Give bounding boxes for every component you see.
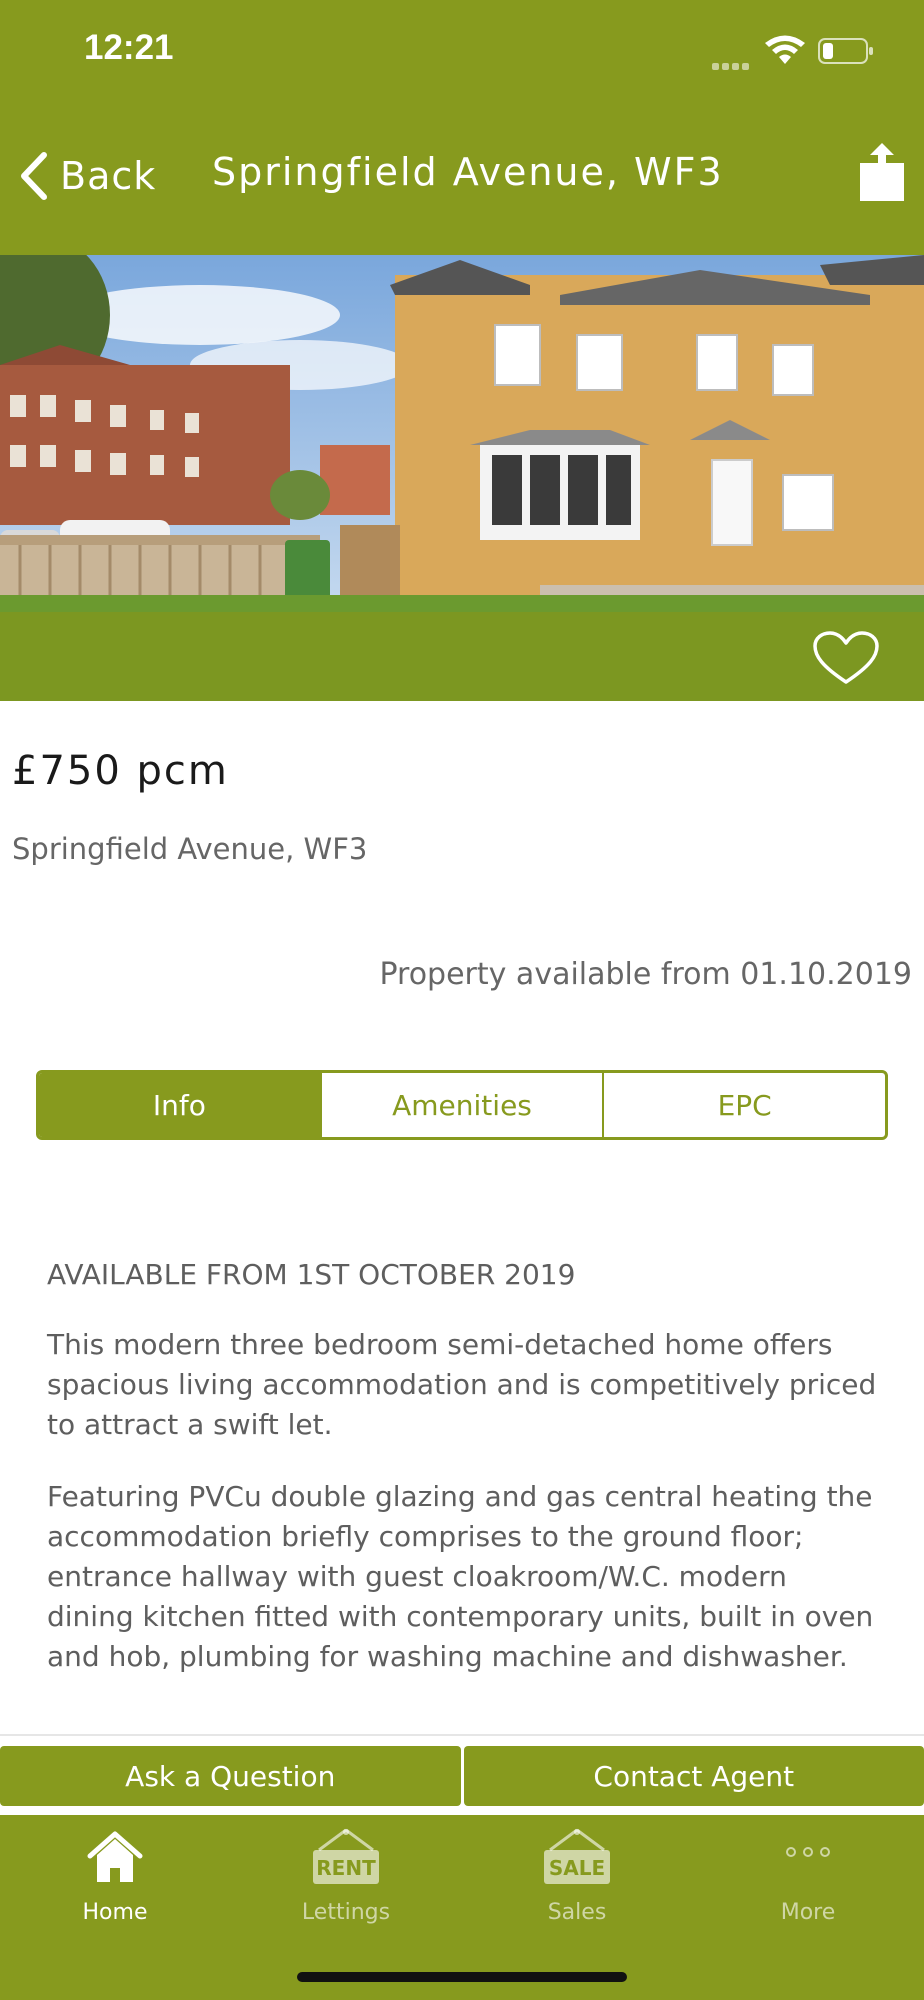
rent-sign-icon: RENT	[313, 1828, 379, 1884]
home-indicator[interactable]	[297, 1972, 627, 1982]
listing-address: Springfield Avenue, WF3	[12, 832, 368, 866]
tabbar-label: Lettings	[301, 1900, 391, 1925]
tabbar-item-more[interactable]: More	[718, 1828, 898, 1925]
back-label: Back	[60, 154, 157, 198]
description-paragraph: This modern three bedroom semi-detached …	[47, 1328, 877, 1441]
tab-info[interactable]: Info	[39, 1073, 322, 1137]
tabbar-label: Home	[82, 1900, 148, 1925]
status-time: 12:21	[84, 28, 174, 67]
page-title: Springfield Avenue, WF3	[212, 150, 724, 194]
signal-icon	[712, 55, 754, 70]
battery-icon	[818, 38, 873, 64]
divider	[0, 1734, 924, 1736]
favourite-heart-icon[interactable]	[812, 630, 880, 686]
photo-overlay-band	[0, 612, 924, 701]
segmented-tabs: Info Amenities EPC	[36, 1070, 888, 1140]
tab-epc[interactable]: EPC	[604, 1073, 885, 1137]
chevron-left-icon	[21, 152, 47, 200]
listing-price: £750 pcm	[12, 748, 229, 794]
action-bar: Ask a Question Contact Agent	[0, 1746, 924, 1806]
description-paragraph: Featuring PVCu double glazing and gas ce…	[47, 1480, 874, 1673]
description-headline: AVAILABLE FROM 1ST OCTOBER 2019	[47, 1258, 576, 1291]
tabbar-label: More	[780, 1900, 836, 1925]
tabbar-label: Sales	[547, 1900, 607, 1925]
ask-question-button[interactable]: Ask a Question	[0, 1746, 461, 1806]
tabbar-item-lettings[interactable]: RENT Lettings	[256, 1828, 436, 1925]
wifi-icon	[765, 35, 805, 64]
sale-sign-icon: SALE	[544, 1828, 610, 1884]
home-icon	[87, 1831, 143, 1882]
sale-sign-text: SALE	[549, 1856, 605, 1880]
tab-amenities[interactable]: Amenities	[322, 1073, 605, 1137]
share-icon[interactable]	[858, 143, 906, 203]
rent-sign-text: RENT	[316, 1856, 376, 1880]
description-panel: AVAILABLE FROM 1ST OCTOBER 2019 This mod…	[47, 1255, 877, 1709]
contact-agent-button[interactable]: Contact Agent	[463, 1746, 924, 1806]
more-dots-icon	[786, 1847, 830, 1857]
tabbar-item-sales[interactable]: SALE Sales	[487, 1828, 667, 1925]
back-button[interactable]: Back	[18, 146, 156, 206]
tabbar-item-home[interactable]: Home	[25, 1828, 205, 1925]
availability-text: Property available from 01.10.2019	[379, 957, 912, 992]
